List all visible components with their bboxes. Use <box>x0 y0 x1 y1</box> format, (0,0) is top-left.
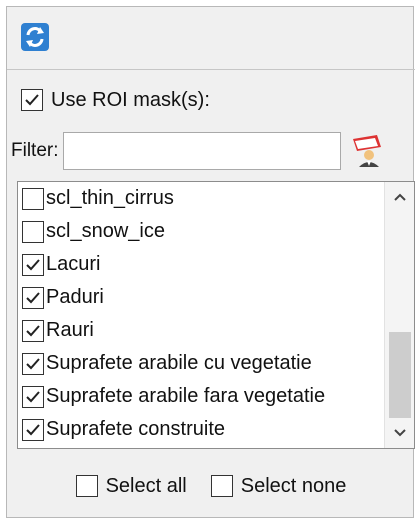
list-scrollbar[interactable] <box>384 182 414 448</box>
separator <box>7 69 415 70</box>
checkmark-icon <box>26 357 40 369</box>
checkmark-icon <box>26 291 40 303</box>
list-item-label: scl_snow_ice <box>46 220 165 242</box>
mask-items: scl_thin_cirrus scl_snow_ice Lacuri Padu… <box>18 182 382 446</box>
filter-mask-button[interactable] <box>345 131 385 171</box>
select-all-toggle[interactable]: Select all <box>75 474 187 498</box>
chevron-up-icon <box>394 193 406 201</box>
select-none-label: Select none <box>240 474 347 497</box>
list-item-checkbox[interactable] <box>22 385 44 408</box>
select-none-checkbox[interactable] <box>210 475 233 497</box>
list-item-checkbox[interactable] <box>22 253 44 276</box>
list-item-checkbox[interactable] <box>22 319 44 342</box>
list-item-checkbox[interactable] <box>22 418 44 441</box>
list-item[interactable]: Suprafete construite <box>18 413 382 446</box>
scroll-thumb[interactable] <box>389 332 411 418</box>
select-all-label: Select all <box>105 474 187 497</box>
use-roi-row[interactable]: Use ROI mask(s): <box>21 85 210 115</box>
scroll-up-button[interactable] <box>385 182 414 212</box>
filter-label: Filter: <box>11 140 59 161</box>
checkmark-icon <box>26 423 40 435</box>
checkmark-icon <box>26 258 40 270</box>
list-item-label: Suprafete arabile cu vegetatie <box>46 352 312 374</box>
use-roi-label: Use ROI mask(s): <box>51 88 210 111</box>
use-roi-checkbox[interactable] <box>21 89 43 111</box>
list-item[interactable]: Suprafete arabile cu vegetatie <box>18 347 382 380</box>
list-item-label: Suprafete arabile fara vegetatie <box>46 385 326 407</box>
filter-row: Filter: <box>11 129 409 173</box>
list-item[interactable]: scl_thin_cirrus <box>18 182 382 215</box>
list-item-checkbox[interactable] <box>22 286 44 309</box>
selection-controls: Select all Select none <box>7 469 415 503</box>
toolbar <box>15 15 407 59</box>
list-item[interactable]: Suprafete arabile fara vegetatie <box>18 380 382 413</box>
mask-user-icon <box>352 135 381 167</box>
checkmark-icon <box>25 94 39 106</box>
refresh-button[interactable] <box>15 17 55 57</box>
list-item-label: scl_thin_cirrus <box>46 187 174 209</box>
filter-input[interactable] <box>62 132 341 170</box>
roi-mask-panel: Use ROI mask(s): Filter: scl_thin_cirrus… <box>6 6 415 518</box>
list-item[interactable]: scl_snow_ice <box>18 215 382 248</box>
select-all-checkbox[interactable] <box>75 475 98 497</box>
checkmark-icon <box>26 324 40 336</box>
list-item[interactable]: Rauri <box>18 314 382 347</box>
chevron-down-icon <box>394 429 406 437</box>
list-item-label: Lacuri <box>46 253 101 275</box>
list-item-label: Paduri <box>46 286 104 308</box>
list-item-label: Rauri <box>46 319 94 341</box>
list-item-checkbox[interactable] <box>22 352 44 375</box>
list-item-checkbox[interactable] <box>22 187 44 210</box>
list-item[interactable]: Paduri <box>18 281 382 314</box>
list-item-checkbox[interactable] <box>22 220 44 243</box>
mask-list: scl_thin_cirrus scl_snow_ice Lacuri Padu… <box>17 181 415 449</box>
checkmark-icon <box>26 390 40 402</box>
select-none-toggle[interactable]: Select none <box>210 474 347 498</box>
scroll-down-button[interactable] <box>385 418 414 448</box>
refresh-icon <box>21 23 49 51</box>
list-item[interactable]: Lacuri <box>18 248 382 281</box>
list-item-label: Suprafete construite <box>46 418 225 440</box>
